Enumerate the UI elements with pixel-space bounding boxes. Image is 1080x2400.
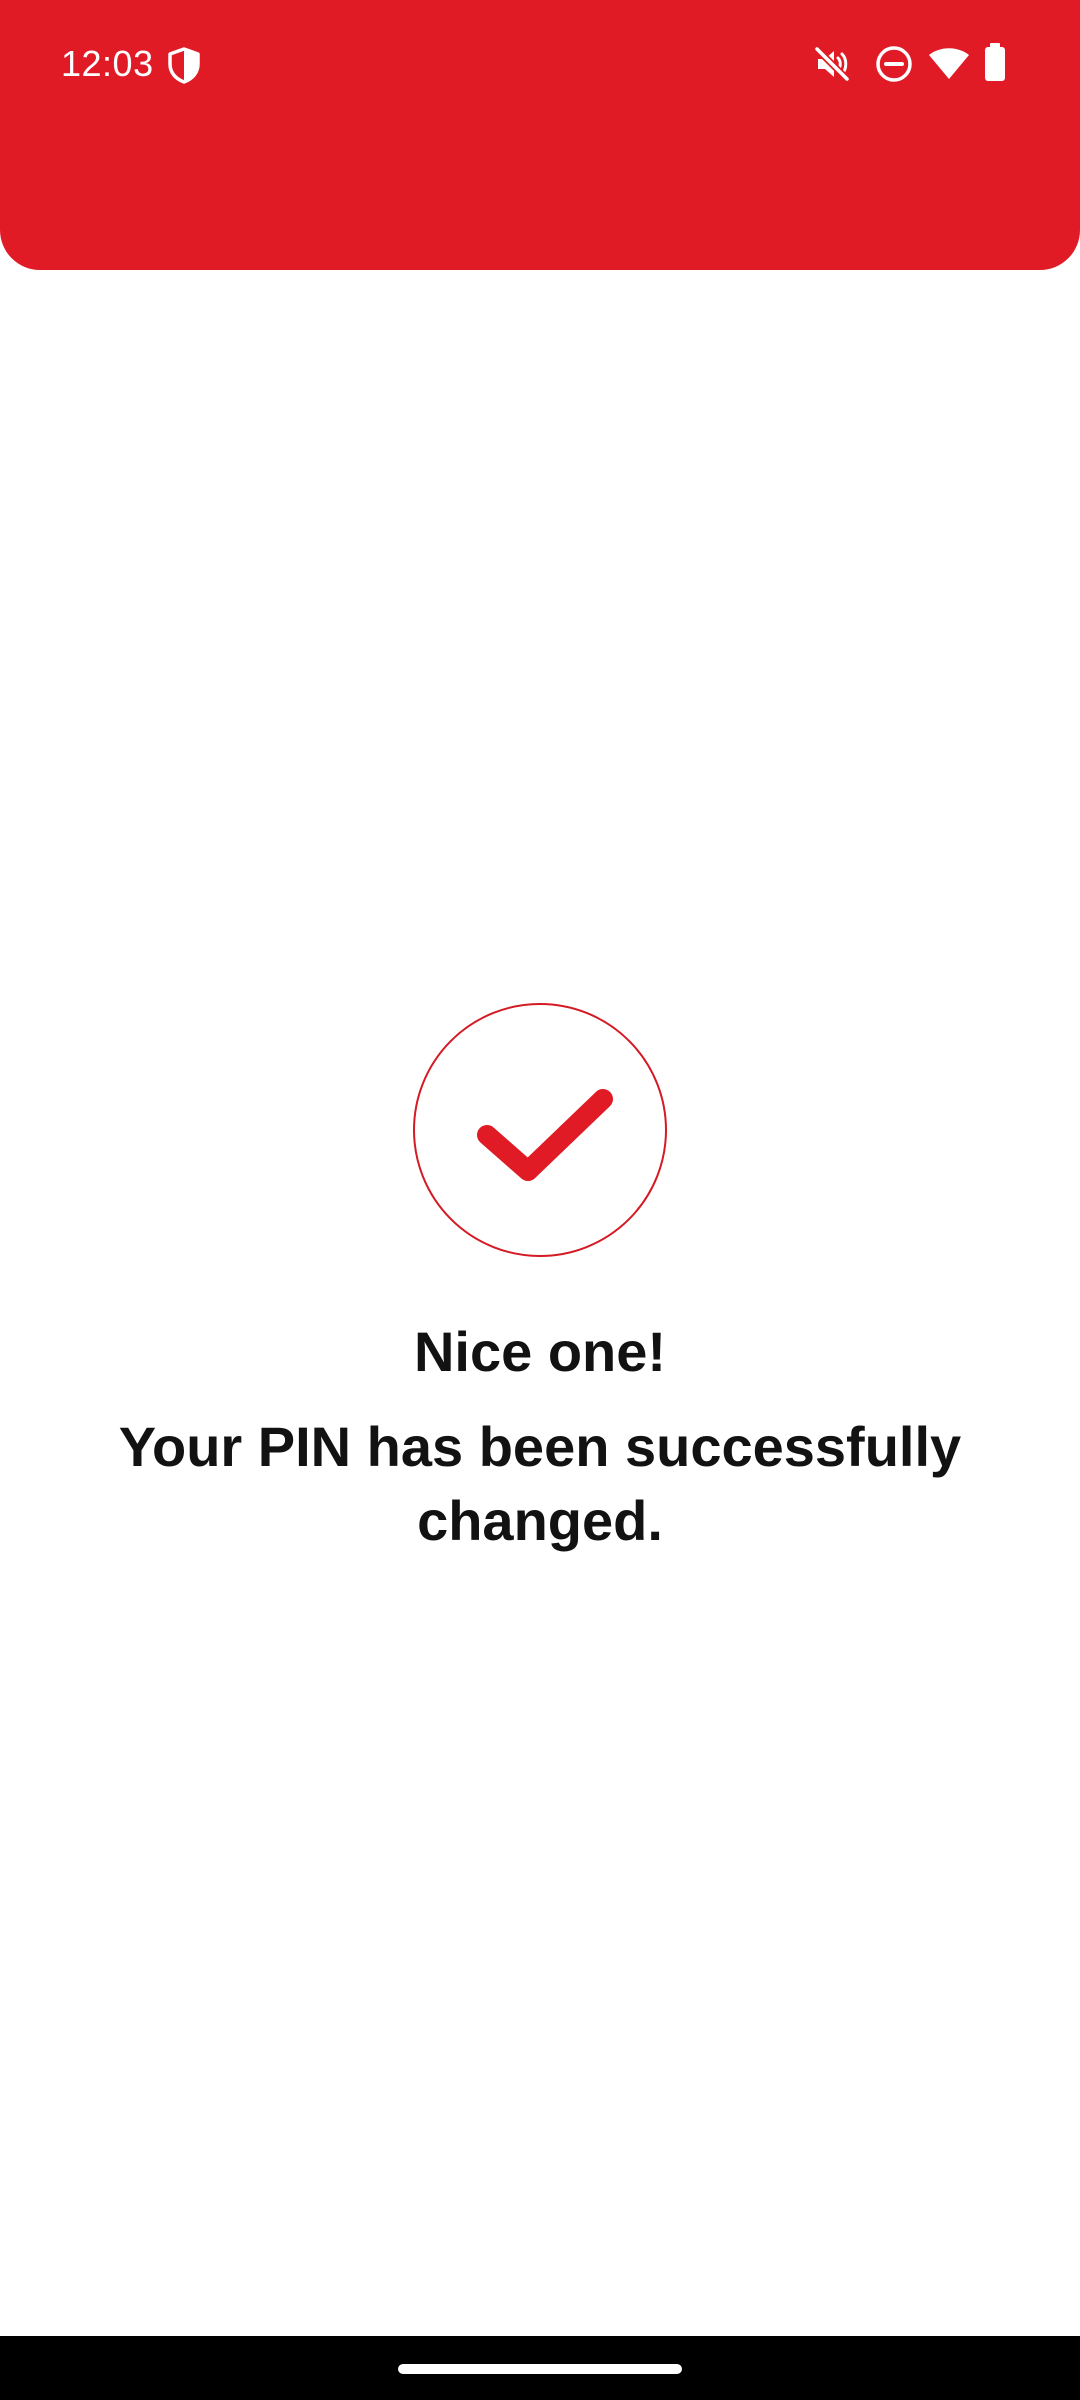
status-time: 12:03 (61, 43, 154, 84)
pin-changed-screen: 12:03 Nice one! Your PIN has been succes… (0, 0, 1080, 2400)
navigation-bar (0, 2336, 1080, 2400)
status-bar: 12:03 (0, 0, 1080, 128)
home-gesture-handle[interactable] (398, 2364, 682, 2374)
success-title: Nice one! (413, 1320, 667, 1383)
mute-icon (814, 46, 850, 82)
app-header: 12:03 (0, 0, 1080, 270)
shield-icon (168, 47, 200, 84)
battery-icon (985, 43, 1005, 81)
success-message: Your PIN has been successfully changed. (118, 1415, 962, 1552)
checkmark-icon (477, 1089, 613, 1181)
mute-icon (0, 44, 40, 84)
do-not-disturb-icon (876, 46, 912, 82)
success-badge (413, 1003, 667, 1257)
wifi-icon (929, 48, 969, 79)
